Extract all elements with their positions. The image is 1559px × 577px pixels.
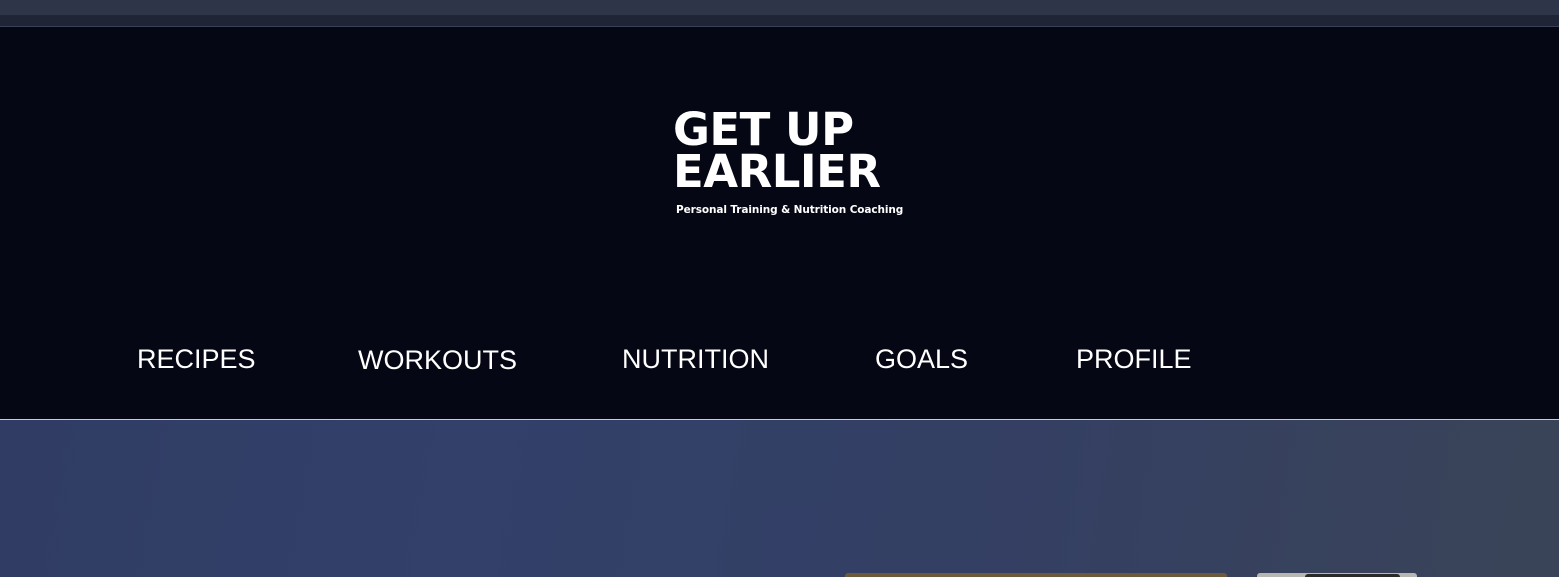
nav-item-nutrition[interactable]: NUTRITION [622, 341, 769, 377]
nav-item-workouts[interactable]: WORKOUTS [358, 342, 517, 378]
logo-line-2: EARLIER [673, 145, 881, 198]
nav-item-recipes[interactable]: RECIPES [137, 341, 256, 377]
nav-item-goals[interactable]: GOALS [875, 341, 968, 377]
main-nav: RECIPES WORKOUTS NUTRITION GOALS PROFILE [0, 341, 1559, 381]
hero-image-right [1257, 573, 1417, 577]
logo-tagline: Personal Training & Nutrition Coaching [676, 204, 904, 216]
site-logo[interactable]: GET UP EARLIER Personal Training & Nutri… [673, 107, 904, 216]
hero-image-left [845, 573, 1227, 577]
hero-section [0, 420, 1559, 577]
nav-item-profile[interactable]: PROFILE [1076, 341, 1192, 377]
browser-top-strip [0, 0, 1559, 27]
site-header: GET UP EARLIER Personal Training & Nutri… [0, 27, 1559, 420]
